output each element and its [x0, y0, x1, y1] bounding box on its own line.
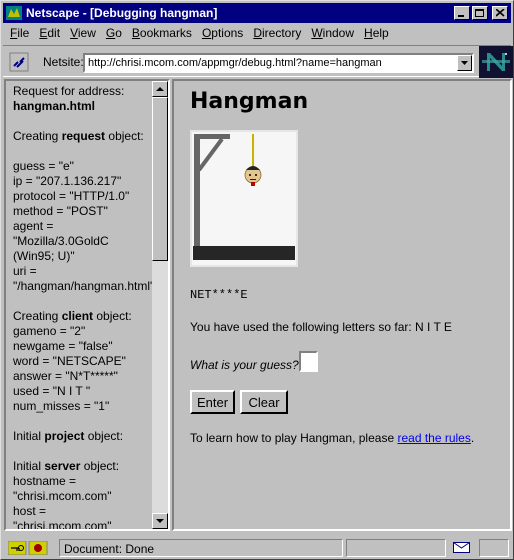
scroll-up-button[interactable] — [152, 81, 168, 97]
request-line: ip = "207.1.136.217" — [13, 174, 122, 188]
gallows-image — [190, 130, 298, 267]
client-line: gameno = "2" — [13, 324, 86, 338]
menu-view-label: View — [70, 26, 96, 40]
window-title: Netscape - [Debugging hangman] — [26, 6, 218, 20]
creating-request-heading: Creating request object: — [13, 129, 144, 143]
menu-bookmarks-label: Bookmarks — [131, 26, 192, 40]
menu-edit[interactable]: Edit — [34, 24, 65, 42]
debug-scrollbar[interactable] — [152, 81, 168, 529]
close-button[interactable] — [492, 6, 508, 20]
menu-options[interactable]: Options — [197, 24, 248, 42]
client-line: word = "NETSCAPE" — [13, 354, 126, 368]
client-line: answer = "N*T*****" — [13, 369, 118, 383]
hangman-frame: Hangman NET****E You have used the follo… — [172, 79, 512, 531]
word-progress: NET****E — [190, 288, 248, 302]
menu-directory-label: Directory — [253, 26, 302, 40]
security-key-icon[interactable] — [8, 541, 48, 555]
status-extra-box — [479, 539, 509, 557]
status-bar: Document: Done — [3, 538, 511, 558]
menu-options-label: Options — [201, 26, 244, 40]
netscape-logo[interactable] — [479, 46, 513, 78]
enter-button[interactable]: Enter — [190, 390, 235, 414]
menu-window[interactable]: Window — [306, 24, 359, 42]
scroll-thumb[interactable] — [152, 97, 168, 261]
request-line: method = "POST" — [13, 204, 108, 218]
debug-output: Request for address: hangman.html Creati… — [13, 84, 155, 531]
read-rules-link[interactable]: read the rules — [397, 431, 470, 445]
location-dropdown-button[interactable] — [457, 55, 472, 71]
arrow-up-icon — [156, 87, 164, 91]
rules-text: To learn how to play Hangman, please rea… — [190, 431, 474, 445]
location-input[interactable]: http://chrisi.mcom.com/appmgr/debug.html… — [83, 53, 474, 73]
request-address-label: Request for address: — [13, 84, 125, 98]
chevron-down-icon — [461, 61, 468, 65]
status-text: Document: Done — [59, 539, 343, 557]
scroll-down-button[interactable] — [152, 513, 168, 529]
arrow-down-icon — [156, 519, 164, 523]
request-line: uri = "/hangman/hangman.html" — [13, 264, 155, 293]
location-toolbar: Netsite: http://chrisi.mcom.com/appmgr/d… — [3, 45, 513, 78]
used-letters: You have used the following letters so f… — [190, 320, 452, 334]
link-chain-icon[interactable] — [9, 52, 29, 72]
menu-bookmarks[interactable]: Bookmarks — [127, 24, 197, 42]
client-line: newgame = "false" — [13, 339, 113, 353]
guess-label: What is your guess? — [190, 358, 299, 372]
rules-suffix: . — [470, 431, 475, 445]
creating-client-heading: Creating client object: — [13, 309, 132, 323]
server-line: hostname = "chrisi.mcom.com" — [13, 474, 112, 503]
guess-input[interactable] — [299, 351, 318, 372]
request-line: agent = "Mozilla/3.0GoldC (Win95; U)" — [13, 219, 109, 263]
menu-bar: File Edit View Go Bookmarks Options Dire… — [5, 24, 394, 42]
close-icon — [495, 9, 505, 17]
server-line: host = "chrisi.mcom.com" — [13, 504, 112, 531]
clear-button[interactable]: Clear — [240, 390, 288, 414]
menu-file[interactable]: File — [5, 24, 34, 42]
netscape-app-icon — [6, 6, 22, 20]
maximize-icon — [475, 8, 484, 17]
menu-help-label: Help — [364, 26, 389, 40]
initial-server-heading: Initial server object: — [13, 459, 120, 473]
menu-edit-label: Edit — [39, 26, 61, 40]
menu-help[interactable]: Help — [359, 24, 394, 42]
status-progress — [346, 539, 446, 557]
menu-window-label: Window — [311, 26, 355, 40]
menu-go-label: Go — [105, 26, 122, 40]
debug-frame: Request for address: hangman.html Creati… — [4, 79, 170, 531]
maximize-button[interactable] — [472, 6, 488, 20]
rules-prefix: To learn how to play Hangman, please — [190, 431, 398, 445]
mail-icon[interactable] — [453, 542, 473, 554]
request-address: hangman.html — [13, 99, 96, 113]
page-title: Hangman — [190, 89, 309, 114]
browser-window: Netscape - [Debugging hangman] File Edit… — [0, 0, 514, 560]
client-line: used = "N I T " — [13, 384, 91, 398]
menu-view[interactable]: View — [65, 24, 101, 42]
location-label: Netsite: — [43, 55, 84, 69]
minimize-button[interactable] — [454, 6, 470, 20]
client-line: num_misses = "1" — [13, 399, 110, 413]
request-line: guess = "e" — [13, 159, 74, 173]
request-line: protocol = "HTTP/1.0" — [13, 189, 130, 203]
menu-file-label: File — [10, 26, 30, 40]
title-bar[interactable]: Netscape - [Debugging hangman] — [3, 3, 511, 23]
menu-go[interactable]: Go — [101, 24, 127, 42]
minimize-icon — [458, 15, 464, 17]
menu-directory[interactable]: Directory — [248, 24, 306, 42]
initial-project-heading: Initial project object: — [13, 429, 124, 443]
